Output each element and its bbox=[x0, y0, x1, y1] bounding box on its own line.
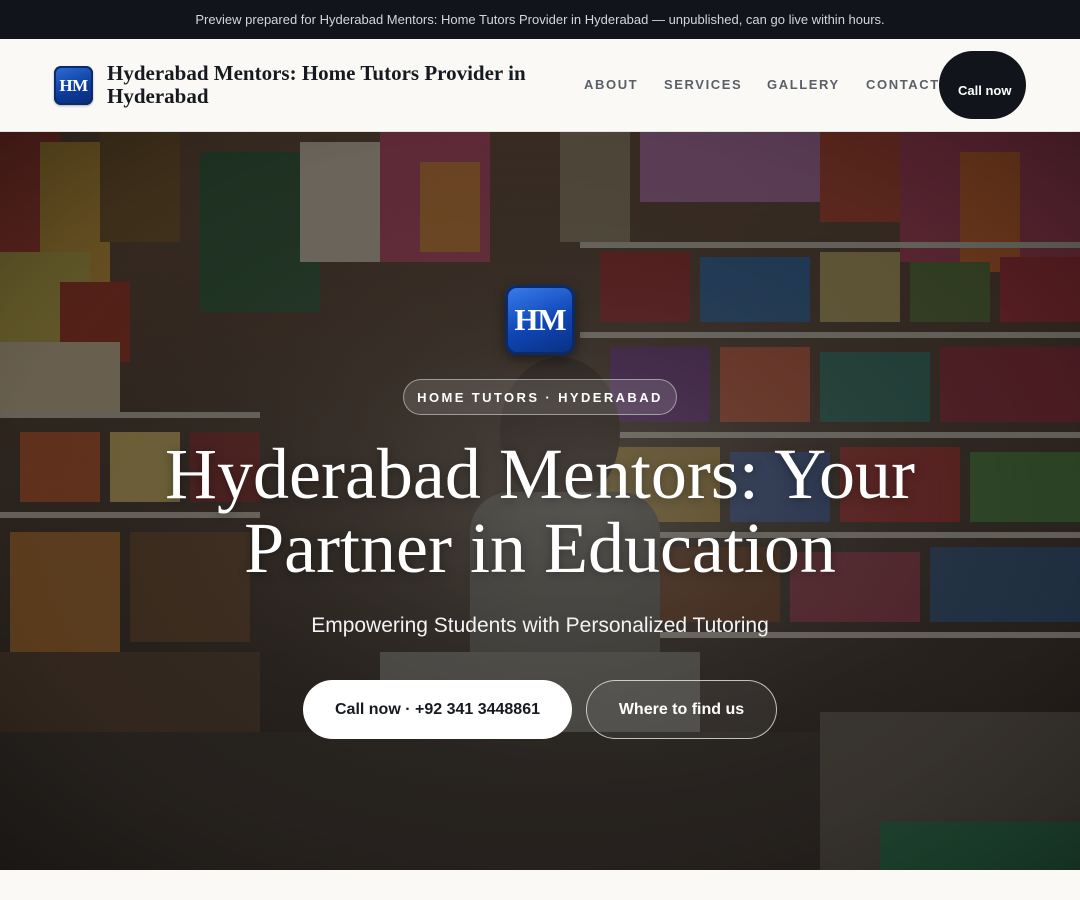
nav-link-about[interactable]: ABOUT bbox=[584, 77, 638, 92]
site-header: HM Hyderabad Mentors: Home Tutors Provid… bbox=[0, 39, 1080, 132]
header-call-button[interactable]: Call now bbox=[939, 51, 1026, 119]
hero-title: Hyderabad Mentors: Your Partner in Educa… bbox=[165, 434, 915, 588]
nav-link-services[interactable]: SERVICES bbox=[664, 77, 742, 92]
hero-section: HM HOME TUTORS · HYDERABAD Hyderabad Men… bbox=[0, 132, 1080, 870]
preview-banner: Preview prepared for Hyderabad Mentors: … bbox=[0, 0, 1080, 39]
brand-name[interactable]: Hyderabad Mentors: Home Tutors Provider … bbox=[107, 62, 577, 108]
hero-subtitle: Empowering Students with Personalized Tu… bbox=[311, 614, 769, 637]
nav-link-gallery[interactable]: GALLERY bbox=[767, 77, 840, 92]
hero-eyebrow-badge: HOME TUTORS · HYDERABAD bbox=[403, 379, 677, 415]
nav-link-contact[interactable]: CONTACT bbox=[866, 77, 940, 92]
hero-logo: HM bbox=[505, 285, 575, 355]
preview-banner-text: Preview prepared for Hyderabad Mentors: … bbox=[195, 12, 885, 27]
brand-logo[interactable]: HM bbox=[54, 66, 93, 105]
find-us-button[interactable]: Where to find us bbox=[586, 680, 777, 739]
next-section-edge bbox=[0, 870, 1080, 900]
call-now-button[interactable]: Call now · +92 341 3448861 bbox=[303, 680, 572, 739]
